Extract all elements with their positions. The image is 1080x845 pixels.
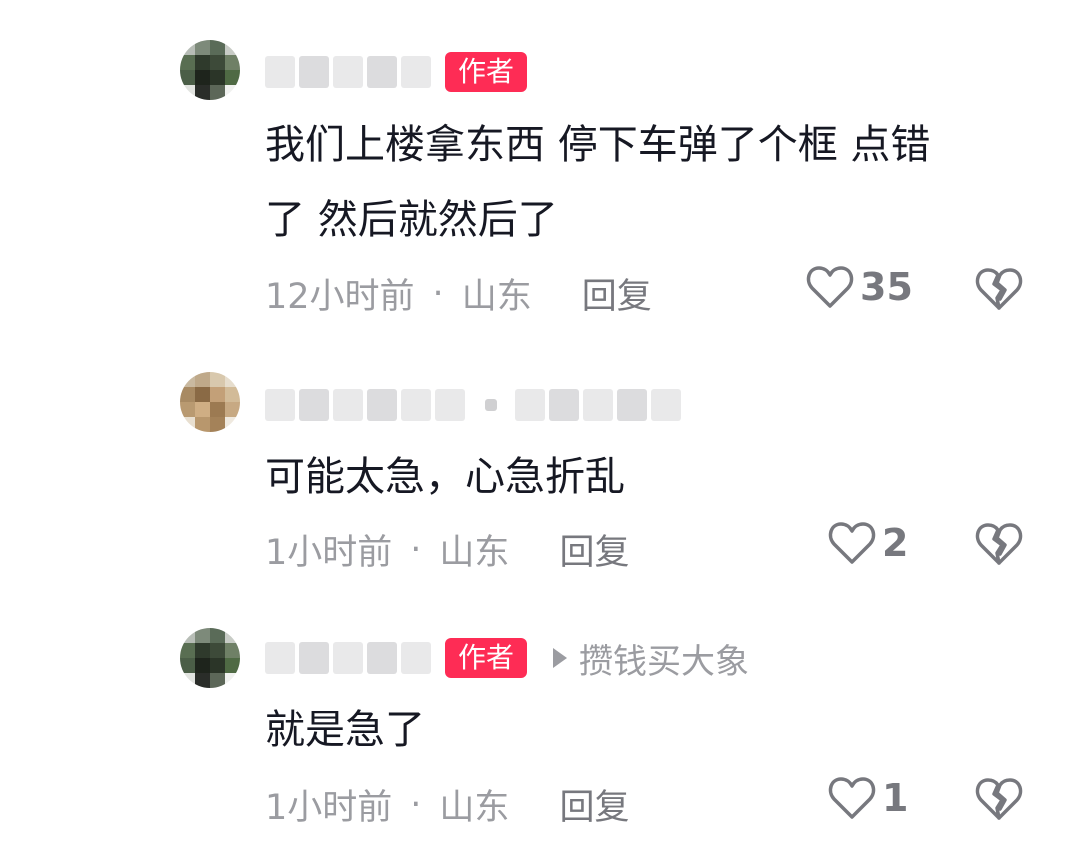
like-count: 2 [882, 521, 909, 565]
location: 山东 [439, 788, 510, 828]
username[interactable]: 作者 [265, 52, 528, 92]
avatar[interactable] [180, 628, 240, 688]
location: 山东 [439, 533, 510, 573]
author-badge: 作者 [445, 638, 528, 678]
comment-meta: 1小时前 · 山东 回复 [265, 779, 629, 830]
dislike-button[interactable] [975, 776, 1023, 824]
username-blurred [265, 55, 431, 89]
timestamp: 1小时前 [265, 533, 393, 573]
reply-button[interactable]: 回复 [582, 268, 652, 319]
reply-arrow-icon [553, 648, 568, 668]
reply-button[interactable]: 回复 [559, 779, 629, 830]
comment-meta: 12小时前 · 山东 回复 [265, 268, 652, 319]
comment-text: 可能太急，心急折乱 [265, 454, 625, 500]
like-button[interactable]: 35 [806, 264, 913, 310]
dislike-button[interactable] [975, 521, 1023, 569]
timestamp: 12小时前 [265, 277, 415, 317]
like-button[interactable]: 2 [828, 520, 908, 566]
broken-heart-icon [975, 266, 1023, 312]
comment-text: 我们上楼拿东西 停下车弹了个框 点错 了 然后就然后了 [265, 122, 931, 243]
reply-to-user[interactable]: 攒钱买大象 [579, 634, 749, 683]
like-count: 35 [860, 265, 913, 309]
like-button[interactable]: 1 [828, 775, 908, 821]
broken-heart-icon [975, 521, 1023, 567]
heart-outline-icon [806, 264, 854, 310]
avatar[interactable] [180, 372, 240, 432]
reply-button[interactable]: 回复 [559, 524, 629, 575]
timestamp: 1小时前 [265, 788, 393, 828]
location: 山东 [461, 277, 532, 317]
username[interactable]: 作者 攒钱买大象 [265, 638, 749, 682]
username[interactable] [265, 388, 681, 422]
username-blurred-secondary [485, 388, 681, 422]
comment-meta: 1小时前 · 山东 回复 [265, 524, 629, 575]
comment-text: 就是急了 [265, 707, 425, 753]
dislike-button[interactable] [975, 266, 1023, 314]
heart-outline-icon [828, 520, 876, 566]
avatar[interactable] [180, 40, 240, 100]
broken-heart-icon [975, 776, 1023, 822]
author-badge: 作者 [445, 52, 528, 92]
username-blurred [265, 641, 431, 675]
username-blurred [265, 388, 465, 422]
like-count: 1 [882, 776, 909, 820]
heart-outline-icon [828, 775, 876, 821]
